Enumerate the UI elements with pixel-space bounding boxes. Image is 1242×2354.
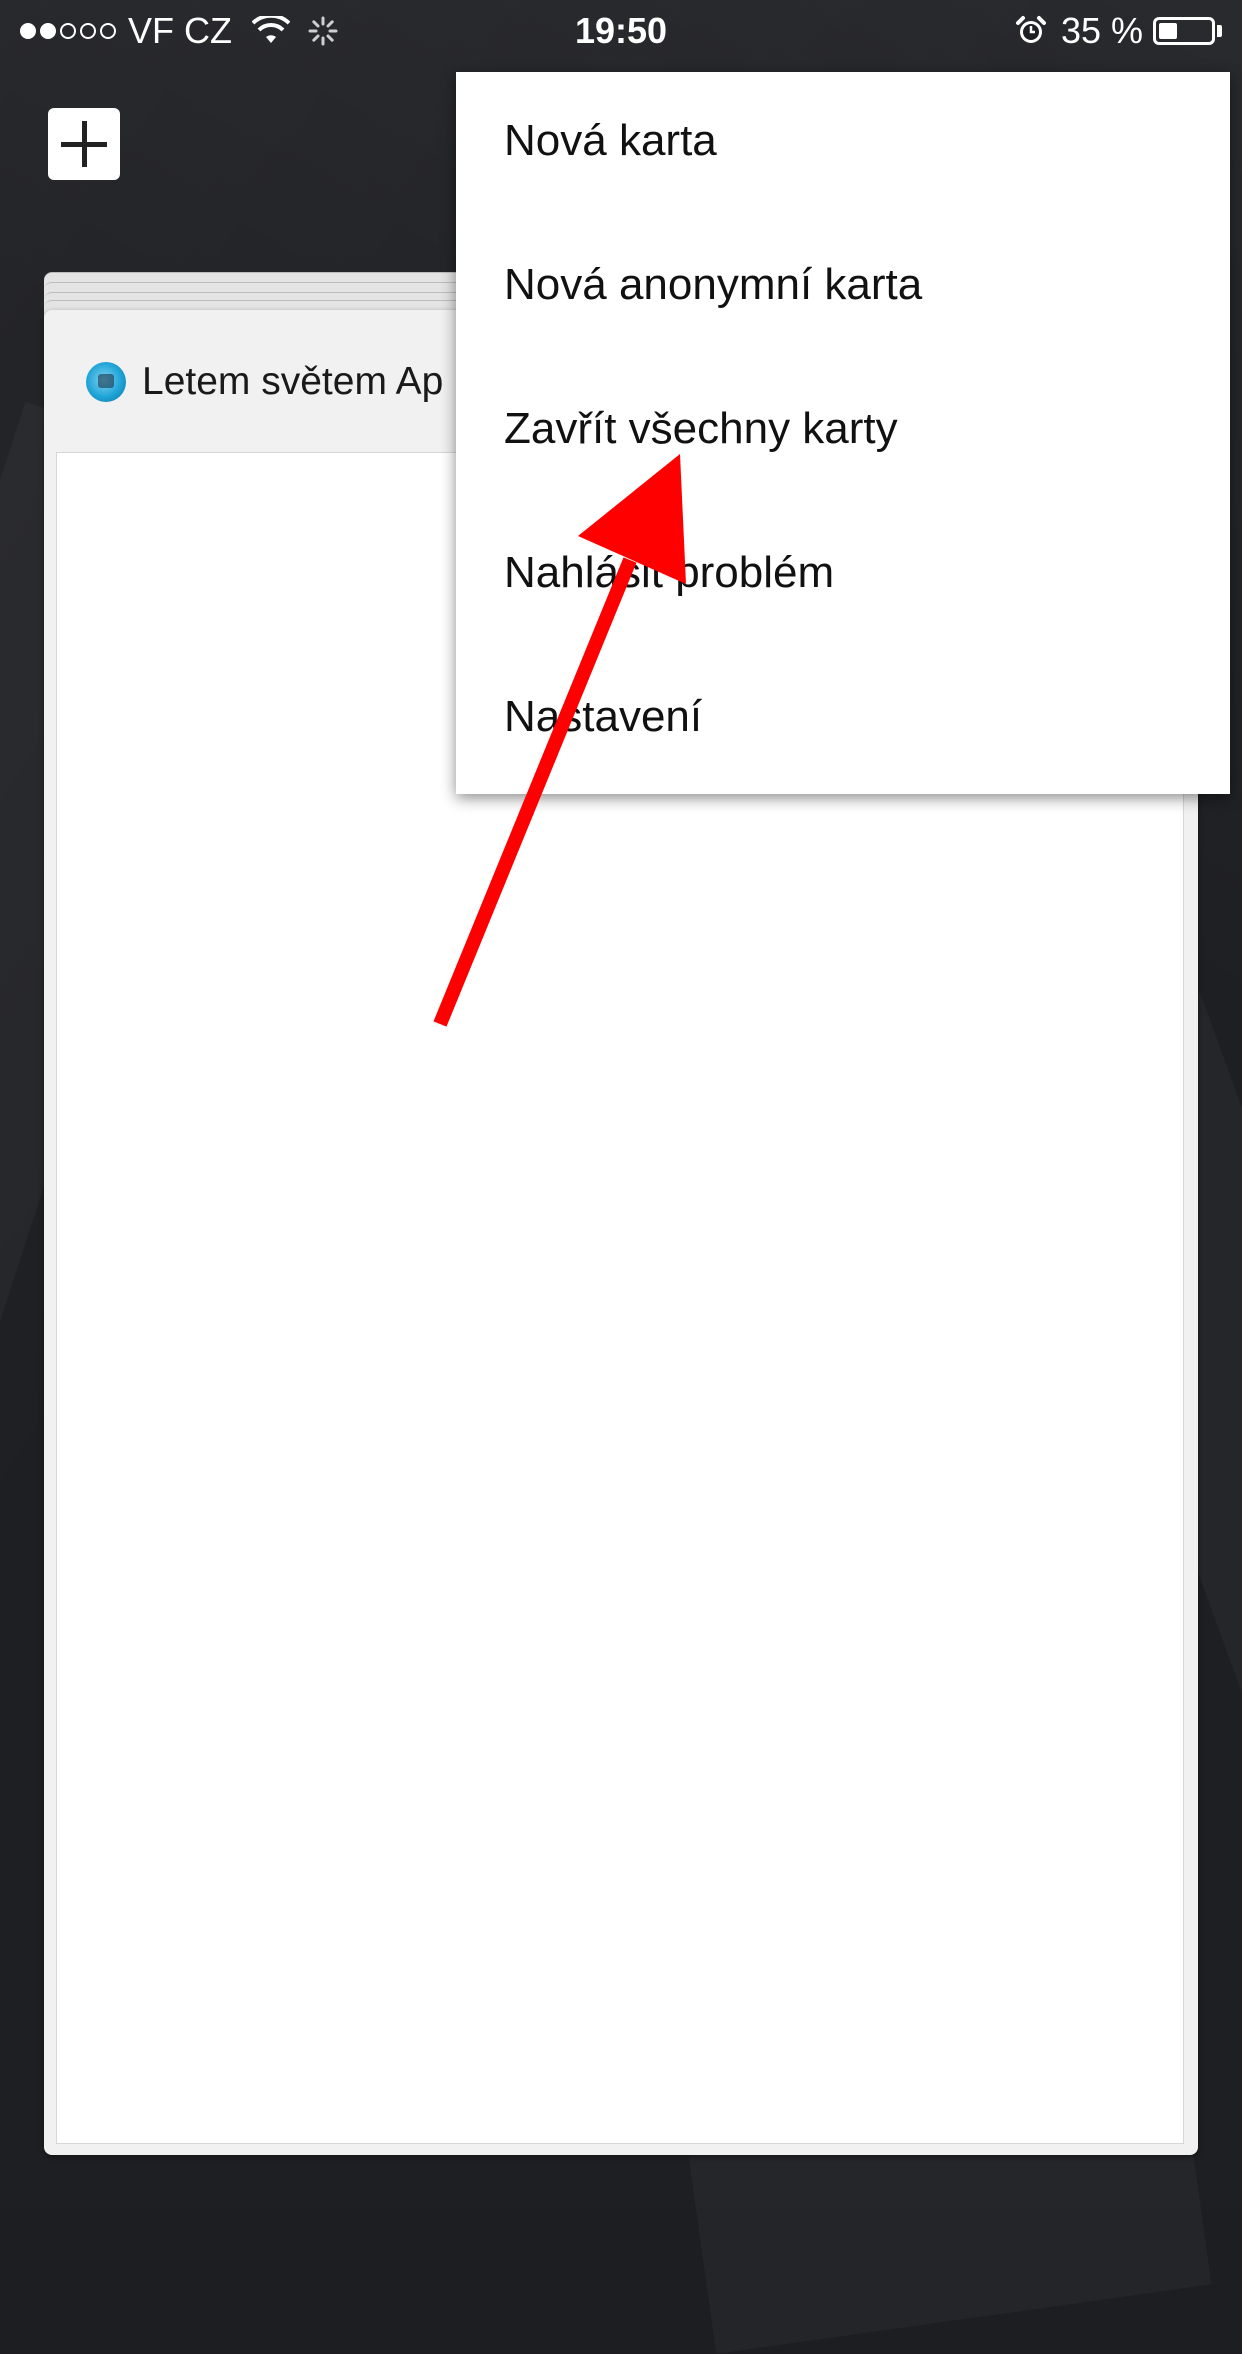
battery-percentage: 35 % [1060, 10, 1143, 51]
alarm-clock-icon [1015, 16, 1046, 43]
menu-item-label: Nahlásit problém [504, 548, 835, 597]
tab-title: Letem světem Ap [142, 360, 444, 403]
menu-item-new-incognito-tab[interactable]: Nová anonymní karta [456, 216, 1230, 360]
battery-cap [1217, 25, 1222, 37]
menu-item-new-tab[interactable]: Nová karta [456, 72, 1230, 216]
menu-item-label: Nová karta [504, 116, 717, 165]
menu-item-label: Zavřít všechny karty [504, 404, 898, 453]
menu-item-settings[interactable]: Nastavení [456, 648, 1230, 792]
add-tab-button[interactable] [48, 108, 120, 180]
battery-icon [1153, 17, 1215, 45]
status-right: 35 % [1015, 8, 1222, 54]
overflow-menu: Nová karta Nová anonymní karta Zavřít vš… [456, 72, 1230, 794]
plus-icon [82, 121, 87, 167]
menu-item-close-all-tabs[interactable]: Zavřít všechny karty [456, 360, 1230, 504]
status-bar: VF CZ 19:50 35 % [0, 0, 1242, 62]
menu-item-label: Nová anonymní karta [504, 260, 923, 309]
battery-level [1159, 23, 1177, 39]
site-favicon-icon [86, 362, 126, 402]
menu-item-report-problem[interactable]: Nahlásit problém [456, 504, 1230, 648]
menu-item-label: Nastavení [504, 692, 703, 741]
